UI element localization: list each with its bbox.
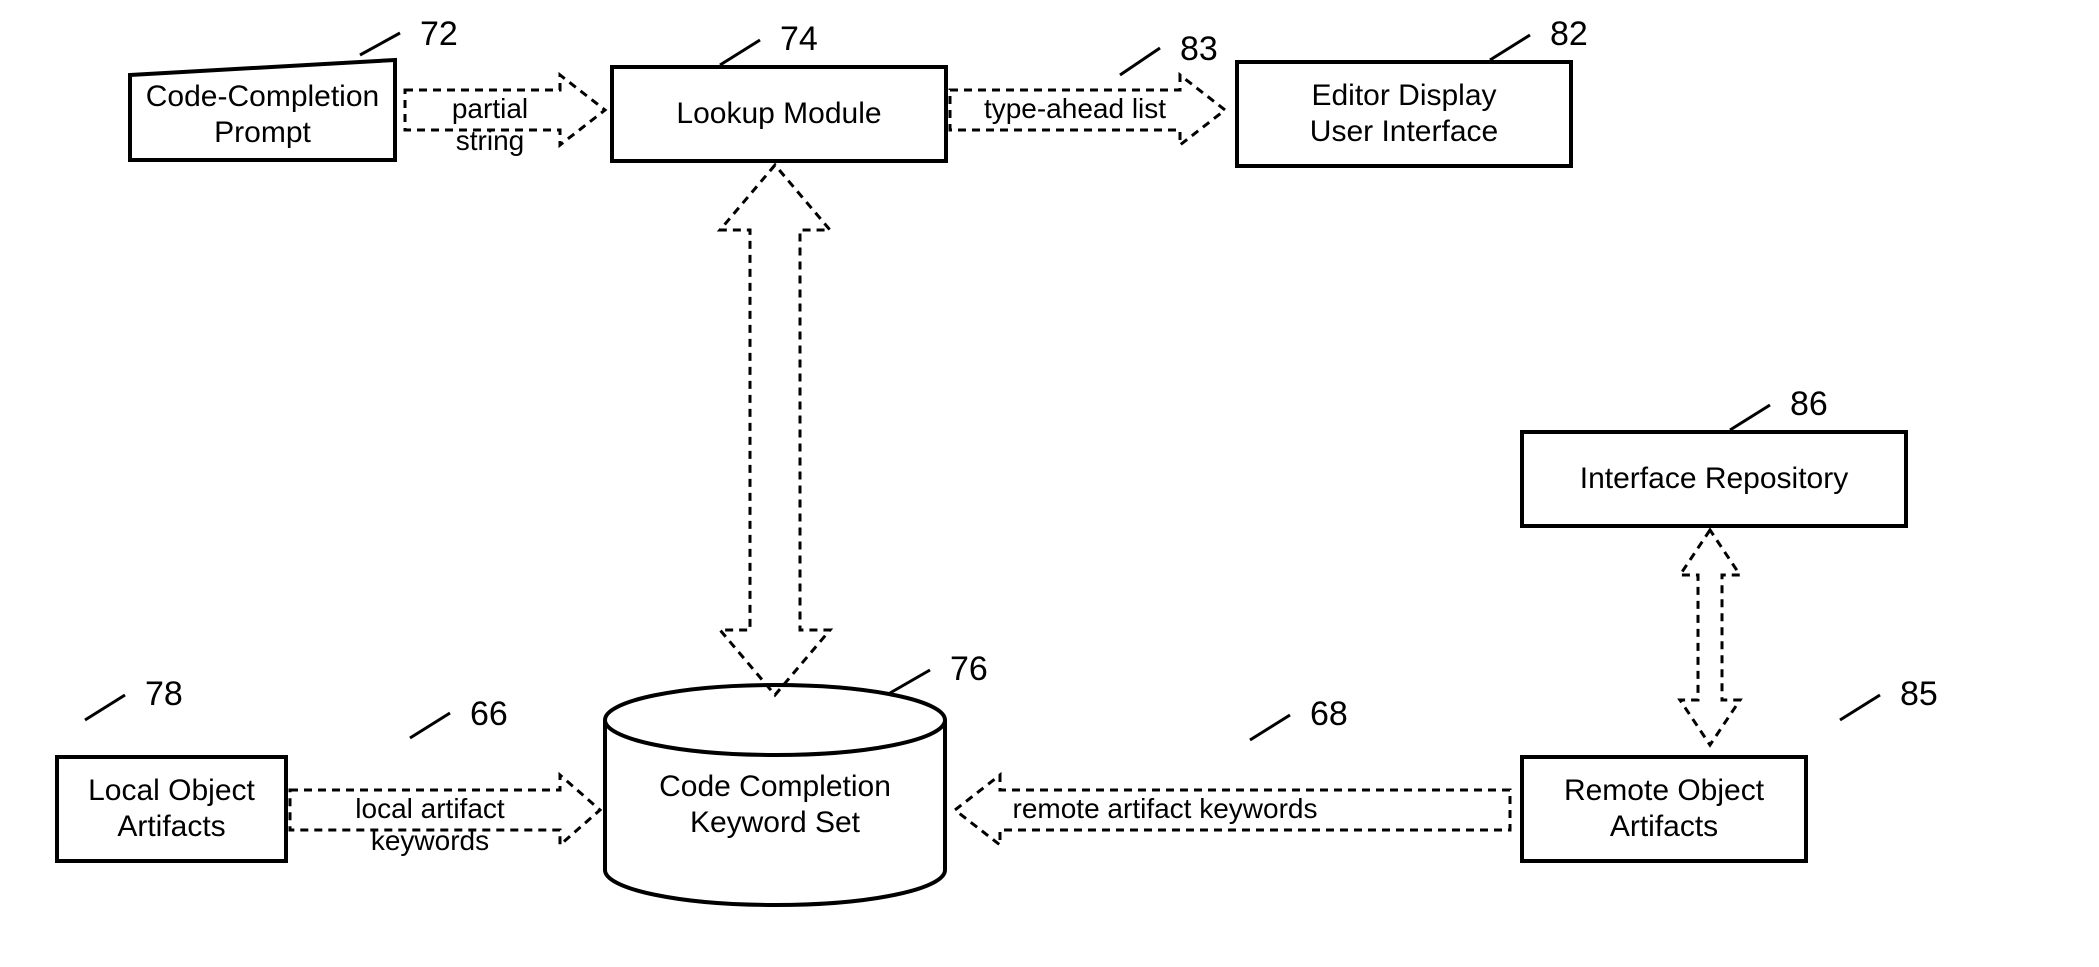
code-completion-keyword-set-label: Code Completion Keyword Set bbox=[615, 755, 935, 855]
type-ahead-list-label: type-ahead list bbox=[970, 93, 1180, 125]
ref-tick-83 bbox=[1120, 48, 1160, 75]
ref-tick-72 bbox=[360, 33, 400, 55]
lookup-module-label: Lookup Module bbox=[676, 96, 881, 132]
ref-66: 66 bbox=[470, 695, 508, 734]
ref-tick-74 bbox=[720, 40, 760, 65]
ref-78: 78 bbox=[145, 675, 183, 714]
remote-object-artifacts-box: Remote Object Artifacts bbox=[1520, 755, 1808, 863]
ref-76: 76 bbox=[950, 650, 988, 689]
code-completion-prompt-label: Code-Completion Prompt bbox=[135, 75, 390, 155]
local-object-artifacts-label: Local Object Artifacts bbox=[88, 773, 255, 845]
local-artifact-keywords-label: local artifact keywords bbox=[295, 793, 565, 857]
remote-object-artifacts-label: Remote Object Artifacts bbox=[1564, 773, 1764, 845]
interface-repository-box: Interface Repository bbox=[1520, 430, 1908, 528]
ref-85: 85 bbox=[1900, 675, 1938, 714]
ref-tick-82 bbox=[1490, 35, 1530, 60]
arrow-lookup-keyword-shape bbox=[720, 165, 830, 695]
ref-tick-68 bbox=[1250, 715, 1290, 740]
ref-82: 82 bbox=[1550, 15, 1588, 54]
ref-tick-76 bbox=[890, 670, 930, 693]
editor-display-label: Editor Display User Interface bbox=[1310, 78, 1498, 150]
ref-74: 74 bbox=[780, 20, 818, 59]
ref-tick-78 bbox=[85, 695, 125, 720]
interface-repository-label: Interface Repository bbox=[1580, 461, 1848, 497]
ref-68: 68 bbox=[1310, 695, 1348, 734]
ref-86: 86 bbox=[1790, 385, 1828, 424]
local-object-artifacts-box: Local Object Artifacts bbox=[55, 755, 288, 863]
partial-string-label: partial string bbox=[415, 93, 565, 157]
ref-tick-85 bbox=[1840, 695, 1880, 720]
ref-tick-66 bbox=[410, 713, 450, 738]
ref-83: 83 bbox=[1180, 30, 1218, 69]
lookup-module-box: Lookup Module bbox=[610, 65, 948, 163]
editor-display-box: Editor Display User Interface bbox=[1235, 60, 1573, 168]
ref-tick-86 bbox=[1730, 405, 1770, 430]
ref-72: 72 bbox=[420, 15, 458, 54]
arrow-interface-remote bbox=[1680, 530, 1740, 745]
remote-artifact-keywords-label: remote artifact keywords bbox=[1010, 793, 1320, 825]
